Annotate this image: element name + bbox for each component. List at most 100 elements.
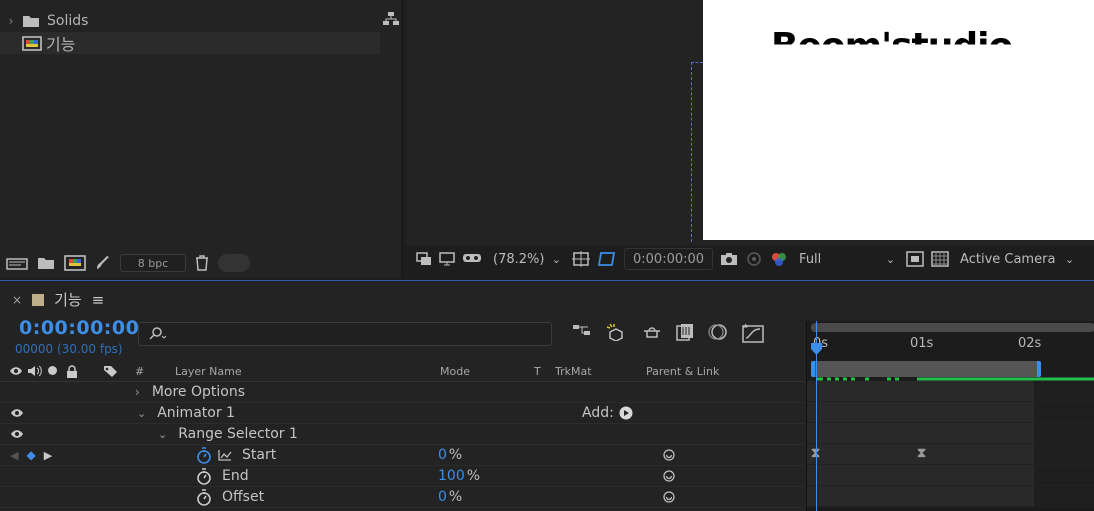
composition-icon bbox=[22, 35, 42, 51]
new-folder-icon[interactable] bbox=[37, 256, 55, 270]
property-label: Offset bbox=[222, 489, 265, 505]
keyframe-marker[interactable]: ⧗ bbox=[917, 446, 926, 461]
shy-layers-icon[interactable] bbox=[642, 323, 662, 339]
brush-icon[interactable] bbox=[95, 255, 111, 271]
graph-track bbox=[807, 423, 1094, 444]
playhead[interactable] bbox=[811, 321, 822, 511]
panel-menu-icon[interactable]: ≡ bbox=[92, 291, 105, 309]
property-value-end[interactable]: 100% bbox=[438, 468, 480, 484]
property-row-more-options[interactable]: › More Options bbox=[0, 382, 805, 403]
timeline-tab[interactable]: × 기능 ≡ bbox=[12, 289, 104, 310]
draft-3d-icon[interactable] bbox=[606, 323, 628, 341]
composition-flowchart-icon[interactable] bbox=[572, 323, 592, 339]
trash-icon[interactable] bbox=[195, 255, 209, 271]
pick-whip-icon[interactable] bbox=[662, 469, 676, 483]
flowchart-icon[interactable] bbox=[382, 11, 400, 27]
close-icon[interactable]: × bbox=[12, 293, 22, 307]
chevron-right-icon[interactable]: › bbox=[135, 385, 140, 399]
viewer-toolbar: (78.2%) ⌄ 0:00:00:00 Full ⌄ Active Camer… bbox=[406, 245, 1094, 273]
next-keyframe-icon[interactable]: ▶ bbox=[44, 449, 52, 462]
property-row-start[interactable]: ◀ ◆ ▶ Start 0% bbox=[0, 445, 805, 466]
column-layer-name[interactable]: Layer Name bbox=[175, 365, 242, 378]
project-item-composition[interactable]: 기능 bbox=[0, 32, 380, 54]
camera-dropdown[interactable]: Active Camera ⌄ bbox=[956, 248, 1078, 270]
graph-track-area: ⧗ ⧗ bbox=[807, 381, 1094, 511]
layer-search-input[interactable] bbox=[138, 322, 552, 346]
time-ruler[interactable]: 0s 01s 02s bbox=[807, 334, 1094, 358]
safe-margins-icon[interactable] bbox=[572, 251, 590, 267]
add-animator-button[interactable]: Add: bbox=[582, 405, 633, 421]
value-number[interactable]: 0 bbox=[438, 447, 447, 463]
property-label: Animator 1 bbox=[157, 405, 235, 421]
property-row-range-selector[interactable]: ⌄ Range Selector 1 bbox=[0, 424, 805, 445]
snapshot-camera-icon[interactable] bbox=[720, 252, 738, 266]
chevron-down-icon: ⌄ bbox=[551, 252, 561, 266]
graph-icon[interactable] bbox=[218, 449, 232, 461]
label-tag-icon[interactable] bbox=[103, 365, 118, 378]
value-number[interactable]: 0 bbox=[438, 489, 447, 505]
property-row-end[interactable]: End 100% bbox=[0, 466, 805, 487]
color-channels-icon[interactable] bbox=[770, 251, 788, 267]
timeline-toolbar bbox=[572, 323, 764, 343]
solo-icon[interactable] bbox=[48, 366, 57, 375]
property-row-offset[interactable]: Offset 0% bbox=[0, 487, 805, 508]
column-hash: # bbox=[135, 364, 145, 378]
comp-color-swatch bbox=[32, 293, 45, 306]
transparency-grid-icon[interactable] bbox=[931, 251, 949, 267]
time-graph[interactable]: 0s 01s 02s ⧗ ⧗ bbox=[806, 321, 1094, 511]
monitor-icon[interactable] bbox=[439, 252, 455, 266]
project-item-solids[interactable]: › Solids bbox=[0, 10, 89, 32]
toggle-pill[interactable] bbox=[218, 254, 250, 272]
project-item-label: 기능 bbox=[46, 35, 76, 54]
keyframe-diamond-icon[interactable]: ◆ bbox=[26, 448, 35, 462]
stopwatch-active-icon[interactable] bbox=[196, 446, 212, 464]
current-time-display[interactable]: 0:00:00:00 bbox=[19, 317, 139, 339]
comp-text-layer: Beom'studio bbox=[771, 26, 1013, 67]
region-of-interest-icon[interactable] bbox=[906, 251, 924, 267]
time-navigator[interactable] bbox=[811, 323, 1094, 332]
chevron-down-icon[interactable]: ⌄ bbox=[158, 428, 167, 441]
frame-blending-icon[interactable] bbox=[676, 323, 694, 341]
project-panel: › Solids 기능 8 bpc bbox=[0, 0, 403, 278]
column-trkmat: TrkMat bbox=[555, 364, 592, 378]
audio-icon[interactable] bbox=[27, 365, 43, 377]
lock-icon[interactable] bbox=[66, 364, 78, 378]
composition-canvas[interactable]: Beom'studio bbox=[703, 0, 1094, 240]
graph-track: ⧗ ⧗ bbox=[807, 444, 1094, 465]
zoom-dropdown[interactable]: (78.2%) ⌄ bbox=[489, 248, 565, 270]
ruler-label: 02s bbox=[1018, 336, 1042, 351]
eye-icon[interactable] bbox=[9, 366, 23, 376]
current-time-field[interactable]: 0:00:00:00 bbox=[624, 248, 714, 270]
preview-icon[interactable] bbox=[416, 252, 432, 266]
property-value-start[interactable]: 0% bbox=[438, 447, 462, 463]
column-mode: Mode bbox=[440, 364, 470, 378]
graph-editor-icon[interactable] bbox=[742, 323, 764, 343]
motion-blur-icon[interactable] bbox=[708, 323, 728, 341]
eye-icon[interactable] bbox=[10, 429, 24, 439]
interpret-footage-icon[interactable] bbox=[6, 256, 28, 270]
property-label: Range Selector 1 bbox=[178, 426, 298, 442]
stopwatch-icon[interactable] bbox=[196, 488, 212, 506]
pick-whip-icon[interactable] bbox=[662, 490, 676, 504]
property-row-animator[interactable]: ⌄ Animator 1 Add: bbox=[0, 403, 805, 424]
chevron-down-icon[interactable]: ⌄ bbox=[137, 407, 146, 420]
value-number[interactable]: 100 bbox=[438, 468, 465, 484]
pick-whip-icon[interactable] bbox=[662, 448, 676, 462]
resolution-dropdown[interactable]: Full ⌄ bbox=[795, 248, 899, 270]
property-label: More Options bbox=[151, 384, 245, 400]
vr-goggles-icon[interactable] bbox=[462, 252, 482, 266]
chevron-right-icon[interactable]: › bbox=[0, 14, 22, 28]
eye-icon[interactable] bbox=[10, 408, 24, 418]
graph-track bbox=[807, 465, 1094, 486]
previous-keyframe-icon[interactable]: ◀ bbox=[10, 449, 18, 462]
work-area-bar[interactable] bbox=[811, 361, 1041, 377]
property-value-offset[interactable]: 0% bbox=[438, 489, 462, 505]
show-snapshot-icon[interactable] bbox=[745, 251, 763, 267]
stopwatch-icon[interactable] bbox=[196, 467, 212, 485]
mask-path-visibility-icon[interactable] bbox=[597, 250, 617, 268]
new-composition-icon[interactable] bbox=[64, 255, 86, 271]
timeline-panel: × 기능 ≡ 0:00:00:00 00000 (30.00 fps) # La… bbox=[0, 280, 1094, 511]
playhead-handle-icon[interactable] bbox=[811, 343, 822, 355]
bit-depth-button[interactable]: 8 bpc bbox=[120, 254, 186, 272]
timeline-comp-name: 기능 bbox=[54, 291, 82, 309]
